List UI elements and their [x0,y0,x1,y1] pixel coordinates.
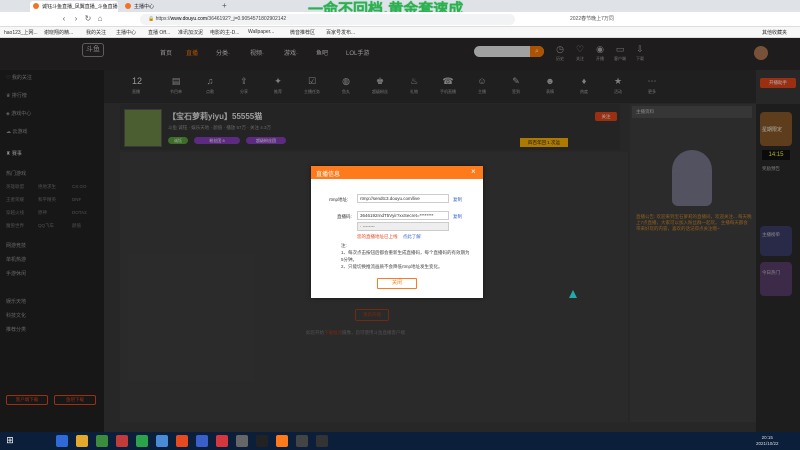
app-icon[interactable] [316,435,328,447]
app-icon[interactable] [176,435,188,447]
douyu-favicon [33,3,39,9]
system-clock[interactable]: 20:15 2021/10/22 [756,435,779,447]
bookmark-other[interactable]: 其他收藏夹 [762,29,787,36]
app-icon[interactable] [236,435,248,447]
douyu-favicon [125,3,131,9]
bookmarks-bar: hao123_上网... 谢晓翔的精... 我的关注 主播中心 直播 Off..… [0,27,800,38]
windows-start-icon[interactable]: ⊞ [4,435,16,447]
new-tab-button[interactable]: + [222,1,227,10]
lock-icon: 🔒 [148,16,155,22]
bookmark-item[interactable]: 微音推荐区 [290,29,315,36]
copy-rtmp-link[interactable]: 复制 [453,197,462,203]
quality-select[interactable]: · -------- [357,222,449,231]
bookmark-item[interactable]: 谢晓翔的精... [44,29,73,36]
tab-label: 诚钰斗鱼直播_凤翼直播_斗鱼直播 [42,4,118,10]
dialog-title: 直播信息 [311,166,483,179]
bookmark-item[interactable]: hao123_上网... [4,29,38,36]
forward-icon[interactable]: › [72,15,80,23]
notes-title: 注: [341,243,347,248]
note-line: 1、每次点击按钮后都会重新生成直播码，每个直播码的有效期为5分钟。 [341,250,470,262]
stream-code-field[interactable]: 3646192rndT5Vyir?xxSecret=******** [357,211,449,220]
mouse-cursor-icon [569,290,577,298]
clock-date: 2021/10/22 [756,441,779,446]
rtmp-address-field[interactable]: rtmp://sendtc3.douyu.com/live [357,194,449,203]
copy-code-link[interactable]: 复制 [453,214,462,220]
close-button[interactable]: 关闭 [377,278,417,289]
bookmark-item[interactable]: 直播 Off... [148,29,170,36]
douyu-app-icon[interactable] [276,435,288,447]
bookmark-item[interactable]: 我的关注 [86,29,106,36]
close-icon[interactable]: × [471,167,476,176]
news-hint[interactable]: 2022春节晚上7万同 [570,15,614,22]
app-icon[interactable] [196,435,208,447]
app-icon[interactable] [216,435,228,447]
app-icon[interactable] [96,435,108,447]
app-icon[interactable] [116,435,128,447]
bookmark-item[interactable]: 电影的主-D... [210,29,239,36]
bookmark-item[interactable]: Wallpaper... [248,29,274,35]
wechat-icon[interactable] [136,435,148,447]
app-icon[interactable] [296,435,308,447]
url-field[interactable]: 🔒 https://www.douyu.com/3646192?_j=0.905… [140,14,515,25]
address-bar: ‹ › ↻ ⌂ 🔒 https://www.douyu.com/3646192?… [0,12,800,27]
home-icon[interactable]: ⌂ [96,15,104,23]
url-host: www.douyu.com [170,16,208,22]
bookmark-item[interactable]: 主播中心 [116,29,136,36]
help-link[interactable]: 点此了解 [403,234,421,239]
browser-tab-active[interactable]: 诚钰斗鱼直播_凤翼直播_斗鱼直播 [30,1,118,12]
app-icon[interactable] [256,435,268,447]
note-line: 2、只能切换推流画质不会降低rtmp地址发生变化。 [341,264,443,269]
browser-tab[interactable]: 主播中心 [122,1,218,12]
folder-icon[interactable] [76,435,88,447]
reload-icon[interactable]: ↻ [84,15,92,23]
back-icon[interactable]: ‹ [60,15,68,23]
bookmark-item[interactable]: 准讯加汉泥 [178,29,203,36]
live-info-dialog: 直播信息 × rtmp地址: rtmp://sendtc3.douyu.com/… [311,166,483,298]
warning-text: 您的直播地址已上线 [357,234,398,239]
edge-icon[interactable] [56,435,68,447]
status-warning: 您的直播地址已上线 点此了解 [357,234,421,240]
windows-taskbar: ⊞ 20:15 2021/10/22 [0,432,800,450]
url-path: /3646192?_j=0.9054571802902142 [207,16,287,22]
url-prefix: https:// [155,16,171,22]
app-icon[interactable] [156,435,168,447]
bookmark-item[interactable]: 百家号发布... [326,29,355,36]
code-label: 直播码: [337,214,352,219]
tab-label: 主播中心 [134,4,155,10]
rtmp-label: rtmp地址: [329,197,349,202]
